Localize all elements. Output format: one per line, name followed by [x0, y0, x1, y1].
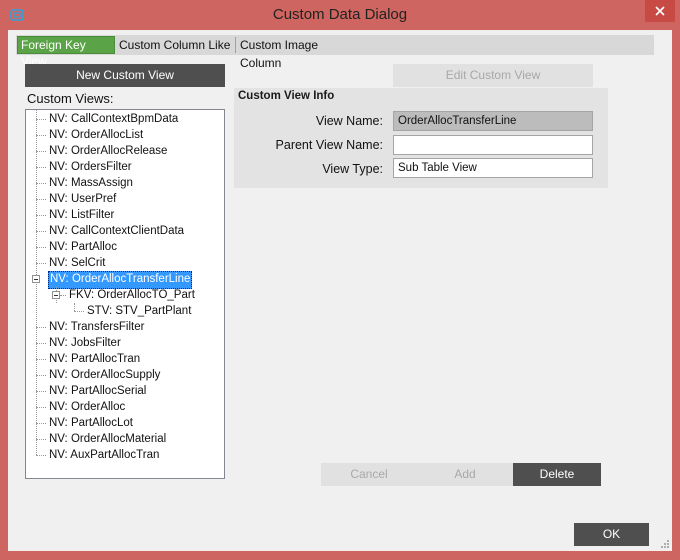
group-title: Custom View Info	[238, 90, 335, 102]
tree-item[interactable]: FKV: OrderAllocTO_Part	[68, 287, 196, 303]
tree-item[interactable]: NV: CallContextBpmData	[48, 111, 179, 127]
title-bar[interactable]: Custom Data Dialog	[0, 0, 680, 30]
delete-button[interactable]: Delete	[513, 463, 601, 486]
tree-item[interactable]: NV: PartAllocLot	[48, 415, 134, 431]
tree-item[interactable]: NV: OrderAllocSupply	[48, 367, 161, 383]
tree-item[interactable]: NV: AuxPartAllocTran	[48, 447, 160, 463]
tree-item[interactable]: NV: OrderAllocRelease	[48, 143, 168, 159]
dialog-client-area: Foreign Key View Custom Column Like Cust…	[8, 30, 672, 551]
view-type-label: View Type:	[322, 162, 383, 176]
tab-separator	[235, 37, 236, 53]
resize-grip-icon[interactable]	[660, 539, 670, 549]
tree-item[interactable]: NV: PartAllocSerial	[48, 383, 147, 399]
custom-views-label: Custom Views:	[27, 91, 114, 106]
edit-custom-view-button[interactable]: Edit Custom View	[393, 64, 593, 87]
tree-item[interactable]: NV: TransfersFilter	[48, 319, 145, 335]
parent-view-name-label: Parent View Name:	[275, 138, 383, 152]
view-type-field[interactable]: Sub Table View	[393, 158, 593, 178]
custom-views-tree[interactable]: NV: CallContextBpmData NV: OrderAllocLis…	[25, 109, 225, 479]
close-button[interactable]	[645, 0, 675, 22]
view-name-label: View Name:	[315, 114, 383, 128]
tree-item[interactable]: NV: JobsFilter	[48, 335, 122, 351]
tree-item[interactable]: NV: PartAlloc	[48, 239, 118, 255]
tree-item[interactable]: NV: ListFilter	[48, 207, 115, 223]
parent-view-name-field[interactable]	[393, 135, 593, 155]
new-custom-view-button[interactable]: New Custom View	[25, 64, 225, 87]
tab-foreign-key-view[interactable]: Foreign Key View	[17, 36, 115, 68]
view-name-field[interactable]: OrderAllocTransferLine	[393, 111, 593, 131]
tree-item[interactable]: NV: UserPref	[48, 191, 117, 207]
tree-item[interactable]: NV: PartAllocTran	[48, 351, 141, 367]
collapse-toggle[interactable]	[32, 275, 40, 283]
tree-item[interactable]: NV: CallContextClientData	[48, 223, 185, 239]
tree-item[interactable]: NV: OrderAllocMaterial	[48, 431, 167, 447]
dialog-window: Custom Data Dialog Foreign Key View Cust…	[0, 0, 680, 560]
tree-item[interactable]: NV: MassAssign	[48, 175, 134, 191]
ok-button[interactable]: OK	[574, 523, 649, 546]
add-button[interactable]: Add	[417, 463, 513, 486]
tab-custom-image-column[interactable]: Custom Image Column	[237, 36, 363, 70]
collapse-toggle[interactable]	[52, 291, 60, 299]
window-title: Custom Data Dialog	[272, 6, 408, 23]
tree-item[interactable]: NV: SelCrit	[48, 255, 106, 271]
cancel-button[interactable]: Cancel	[321, 463, 417, 486]
tree-item[interactable]: NV: OrdersFilter	[48, 159, 133, 175]
close-icon	[655, 6, 665, 16]
tab-bar: Foreign Key View Custom Column Like Cust…	[16, 35, 654, 70]
tree-item[interactable]: NV: OrderAllocList	[48, 127, 144, 143]
tree-item[interactable]: NV: OrderAlloc	[48, 399, 126, 415]
tab-custom-column-like[interactable]: Custom Column Like	[116, 36, 234, 54]
tree-item[interactable]: STV: STV_PartPlant	[86, 303, 192, 319]
